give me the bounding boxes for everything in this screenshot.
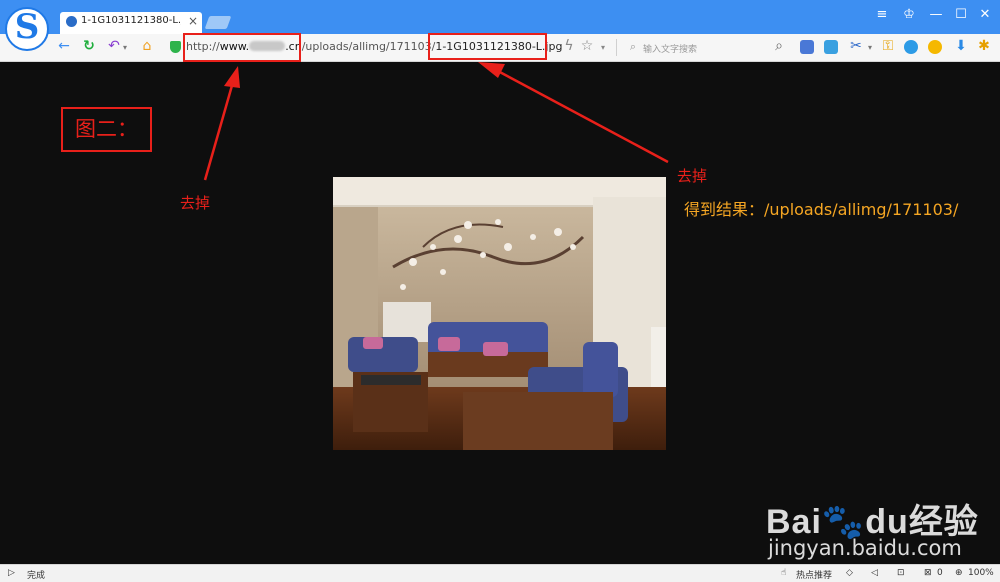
back-arrow-icon[interactable]: ← (55, 38, 73, 54)
zoom-icon[interactable]: ⊕ (955, 568, 963, 578)
search-engine-icon[interactable]: ⌕ (624, 40, 642, 54)
sound-icon[interactable]: ◁ (871, 568, 878, 578)
translate-extension-icon[interactable] (800, 40, 814, 54)
maximize-icon[interactable]: ☐ (952, 7, 970, 22)
arrow-head-file (478, 62, 505, 78)
home-icon[interactable]: ⌂ (138, 38, 156, 54)
scissors-dropdown-icon[interactable]: ▾ (865, 43, 875, 52)
download-icon[interactable]: ⬇ (952, 38, 970, 54)
remove-label-host: 去掉 (180, 194, 211, 212)
security-status-icon[interactable]: ◇ (846, 568, 853, 578)
annotation-arrows (203, 62, 669, 181)
browser-logo[interactable]: S (5, 7, 49, 51)
result-text: 得到结果：/uploads/allimg/171103/ (684, 200, 959, 219)
lightning-icon[interactable]: ϟ (560, 38, 578, 54)
security-shield-icon[interactable] (170, 41, 181, 53)
search-extension-icon[interactable] (904, 40, 918, 54)
host-highlight-box (183, 33, 301, 62)
page-content: 图二： 去掉 去掉 得到结果：/uploads/allimg/171103/ B… (0, 62, 1000, 564)
title-bar: 1-1G1031121380-L.jpg × ≡ ♔ — ☐ ✕ (0, 0, 1000, 34)
undo-dropdown-icon[interactable]: ▾ (120, 43, 130, 52)
search-input[interactable]: 输入文字搜索 (643, 42, 697, 55)
tab-title: 1-1G1031121380-L.jpg (81, 15, 181, 26)
close-tab-icon[interactable]: × (188, 14, 198, 28)
remove-label-file: 去掉 (677, 167, 708, 185)
scissors-icon[interactable]: ✂ (847, 38, 865, 54)
reader-extension-icon[interactable] (824, 40, 838, 54)
skin-icon[interactable]: ♔ (900, 7, 918, 22)
browser-tab[interactable]: 1-1G1031121380-L.jpg × (60, 12, 202, 34)
arrow-to-file (495, 68, 669, 164)
address-dropdown-icon[interactable]: ▾ (598, 43, 608, 52)
hot-recommend-link[interactable]: 热点推荐 (796, 568, 832, 581)
arrow-head-host (224, 66, 240, 88)
status-bar: ▷ 完成 ☝ 热点推荐 ◇ ◁ ⊡ ⊠ 0 ⊕ 100% (0, 564, 1000, 582)
file-highlight-box (428, 33, 547, 60)
arrow-to-host (203, 81, 235, 181)
menu-icon[interactable]: ≡ (873, 7, 891, 22)
favorites-star-icon[interactable]: ✱ (975, 38, 993, 54)
status-text: 完成 (27, 571, 46, 581)
url-path: /uploads/allimg/171103/ (301, 40, 436, 53)
screenshot-icon[interactable]: ⊡ (897, 568, 905, 578)
new-tab-button[interactable] (204, 16, 232, 29)
zoom-level[interactable]: 100% (968, 568, 994, 578)
watermark-site: jingyan.baidu.com (768, 536, 962, 560)
globe-icon (66, 16, 77, 27)
bookmark-star-icon[interactable]: ☆ (578, 38, 596, 54)
emoji-extension-icon[interactable] (928, 40, 942, 54)
search-icon[interactable]: ⌕ (770, 38, 788, 54)
minimize-icon[interactable]: — (927, 7, 945, 22)
hot-icon[interactable]: ☝ (781, 568, 786, 578)
download-count: 0 (937, 568, 943, 578)
download-status-icon[interactable]: ⊠ (924, 568, 932, 578)
toolbar-divider (616, 39, 617, 56)
sidebar-toggle-icon[interactable]: ▷ (8, 568, 15, 578)
key-icon[interactable]: ⚿ (879, 38, 897, 54)
refresh-icon[interactable]: ↻ (80, 38, 98, 54)
close-window-icon[interactable]: ✕ (976, 7, 994, 22)
